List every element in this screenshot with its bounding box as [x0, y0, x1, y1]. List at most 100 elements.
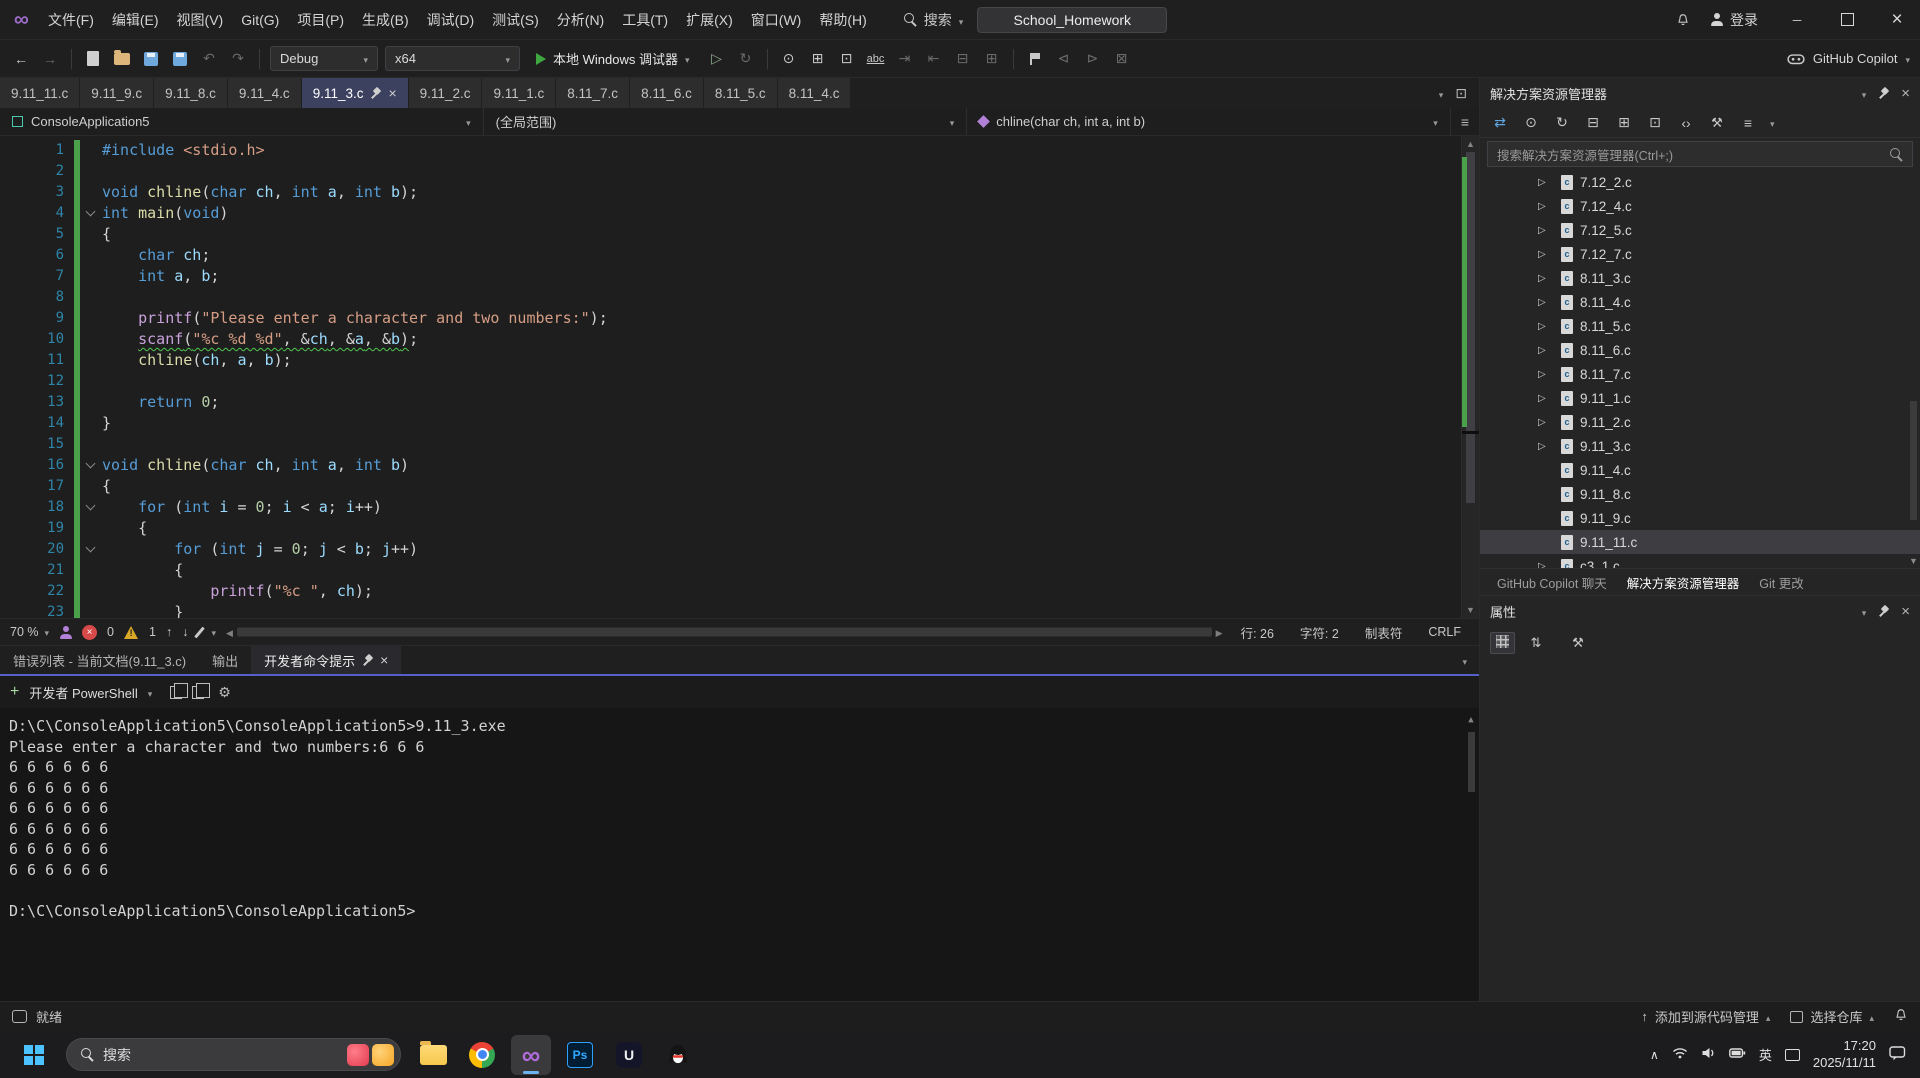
menu-item-6[interactable]: 调试(D): [418, 5, 483, 35]
alphabetical-sort-icon[interactable]: [1525, 631, 1547, 655]
expand-arrow-icon[interactable]: [1538, 393, 1554, 404]
code-line-1[interactable]: 1 #include <stdio.h>: [0, 140, 1461, 161]
tree-item-9.11_3.c[interactable]: c 9.11_3.c: [1480, 434, 1920, 458]
tree-item-8.11_4.c[interactable]: c 8.11_4.c: [1480, 290, 1920, 314]
clock[interactable]: 17:20 2025/11/11: [1813, 1038, 1876, 1071]
editor-tab-9.11_8.c[interactable]: 9.11_8.c: [154, 78, 228, 108]
panel-tab-开发者命令提示[interactable]: 开发者命令提示: [251, 646, 402, 674]
tree-item-8.11_3.c[interactable]: c 8.11_3.c: [1480, 266, 1920, 290]
select-repository-button[interactable]: 选择仓库: [1790, 1007, 1874, 1026]
start-debugging-button[interactable]: 本地 Windows 调试器: [527, 46, 699, 71]
expand-arrow-icon[interactable]: [1538, 273, 1554, 284]
bookmark-icon[interactable]: [1024, 47, 1046, 71]
expand-arrow-icon[interactable]: [1538, 249, 1554, 260]
terminal-scrollbar[interactable]: ▲: [1465, 712, 1477, 997]
error-count-icon[interactable]: [82, 624, 98, 640]
panel-tab-错误列表 - 当前文档(9.11_3.c)[interactable]: 错误列表 - 当前文档(9.11_3.c): [0, 646, 199, 674]
sync-with-active-document-icon[interactable]: ⊙: [1522, 111, 1540, 135]
match-case-icon[interactable]: abc: [865, 47, 887, 71]
code-line-23[interactable]: 23 }: [0, 602, 1461, 618]
expand-arrow-icon[interactable]: [1538, 561, 1554, 569]
notifications-bell-icon[interactable]: [1672, 8, 1694, 32]
pin-icon[interactable]: [1878, 606, 1889, 617]
navigate-forward-icon[interactable]: →: [39, 47, 61, 71]
menu-item-3[interactable]: Git(G): [232, 7, 288, 33]
symbol-dropdown[interactable]: chline(char ch, int a, int b): [967, 108, 1451, 135]
tree-item-7.12_4.c[interactable]: c 7.12_4.c: [1480, 194, 1920, 218]
scroll-up-icon[interactable]: ▲: [1468, 712, 1473, 728]
clear-bookmarks-icon[interactable]: ⊠: [1111, 47, 1133, 71]
tree-item-9.11_4.c[interactable]: c 9.11_4.c: [1480, 458, 1920, 482]
new-file-icon[interactable]: [82, 47, 104, 71]
refresh-icon[interactable]: ↻: [1553, 111, 1571, 135]
next-issue-icon[interactable]: [182, 625, 188, 639]
fold-column[interactable]: [80, 497, 100, 518]
tree-item-9.11_1.c[interactable]: c 9.11_1.c: [1480, 386, 1920, 410]
categorized-view-icon[interactable]: [1490, 632, 1515, 654]
build-tools-icon[interactable]: [1708, 111, 1726, 135]
tree-item-7.12_5.c[interactable]: c 7.12_5.c: [1480, 218, 1920, 242]
expand-arrow-icon[interactable]: [1538, 297, 1554, 308]
navigate-back-icon[interactable]: ←: [10, 47, 32, 71]
github-copilot-button[interactable]: GitHub Copilot: [1787, 50, 1910, 68]
terminal-settings-icon[interactable]: [218, 684, 231, 701]
code-line-19[interactable]: 19 {: [0, 518, 1461, 539]
code-line-13[interactable]: 13 return 0;: [0, 392, 1461, 413]
code-line-22[interactable]: 22 printf("%c ", ch);: [0, 581, 1461, 602]
fold-column[interactable]: [80, 203, 100, 224]
outdent-icon[interactable]: ⇤: [923, 47, 945, 71]
expand-arrow-icon[interactable]: [1538, 441, 1554, 452]
tree-item-8.11_7.c[interactable]: c 8.11_7.c: [1480, 362, 1920, 386]
zoom-control[interactable]: 70 %: [10, 625, 49, 639]
code-line-17[interactable]: 17 {: [0, 476, 1461, 497]
tree-item-8.11_6.c[interactable]: c 8.11_6.c: [1480, 338, 1920, 362]
expand-arrow-icon[interactable]: [1538, 321, 1554, 332]
uncomment-icon[interactable]: ⊞: [981, 47, 1003, 71]
hscroll-track[interactable]: [236, 627, 1212, 637]
tree-item-7.12_2.c[interactable]: c 7.12_2.c: [1480, 170, 1920, 194]
feedback-icon[interactable]: [59, 625, 72, 639]
find-icon[interactable]: ⊡: [836, 47, 858, 71]
menu-item-5[interactable]: 生成(B): [353, 5, 418, 35]
code-line-5[interactable]: 5{: [0, 224, 1461, 245]
scrollbar-track[interactable]: [1462, 152, 1479, 602]
output-window-icon[interactable]: ⊞: [807, 47, 829, 71]
sign-in-button[interactable]: 登录: [1698, 10, 1770, 30]
menu-item-7[interactable]: 测试(S): [483, 5, 548, 35]
notification-center-icon[interactable]: [1889, 1045, 1906, 1064]
chevron-down-icon[interactable]: [1862, 86, 1867, 101]
next-bookmark-icon[interactable]: ⊳: [1082, 47, 1104, 71]
notifications-bell-icon[interactable]: [1894, 1008, 1908, 1025]
menu-item-11[interactable]: 窗口(W): [742, 5, 811, 35]
code-line-6[interactable]: 6 char ch;: [0, 245, 1461, 266]
code-cleanup-icon[interactable]: [194, 626, 206, 638]
tree-item-8.11_5.c[interactable]: c 8.11_5.c: [1480, 314, 1920, 338]
file-explorer-icon[interactable]: [413, 1035, 453, 1075]
menu-item-4[interactable]: 项目(P): [288, 5, 353, 35]
editor-vertical-scrollbar[interactable]: ▲ ▼: [1461, 136, 1479, 618]
input-language-indicator[interactable]: 英: [1759, 1045, 1772, 1064]
battery-icon[interactable]: [1728, 1047, 1746, 1062]
editor-tab-9.11_1.c[interactable]: 9.11_1.c: [482, 78, 557, 108]
close-icon[interactable]: [380, 652, 388, 668]
solution-name-box[interactable]: School_Homework: [977, 6, 1168, 33]
maximize-button[interactable]: [1824, 0, 1870, 39]
more-options-icon[interactable]: ≡: [1739, 111, 1757, 135]
code-line-20[interactable]: 20 for (int j = 0; j < b; j++): [0, 539, 1461, 560]
property-pages-icon[interactable]: [1567, 631, 1589, 655]
visual-studio-taskbar-icon[interactable]: ∞: [511, 1034, 551, 1075]
code-line-8[interactable]: 8: [0, 287, 1461, 308]
editor-tab-9.11_9.c[interactable]: 9.11_9.c: [80, 78, 155, 108]
tree-scroll-thumb[interactable]: [1910, 400, 1917, 521]
editor-tab-8.11_6.c[interactable]: 8.11_6.c: [630, 78, 704, 108]
tree-item-9.11_8.c[interactable]: c 9.11_8.c: [1480, 482, 1920, 506]
save-all-icon[interactable]: [169, 47, 191, 71]
menu-item-12[interactable]: 帮助(H): [810, 5, 875, 35]
editor-tab-9.11_2.c[interactable]: 9.11_2.c: [408, 78, 483, 108]
show-all-files-icon[interactable]: ⊞: [1615, 111, 1633, 135]
code-line-21[interactable]: 21 {: [0, 560, 1461, 581]
fold-column[interactable]: [80, 455, 100, 476]
chevron-down-icon[interactable]: [1862, 604, 1867, 619]
undo-icon[interactable]: ↶: [198, 47, 220, 71]
volume-icon[interactable]: [1701, 1047, 1716, 1062]
